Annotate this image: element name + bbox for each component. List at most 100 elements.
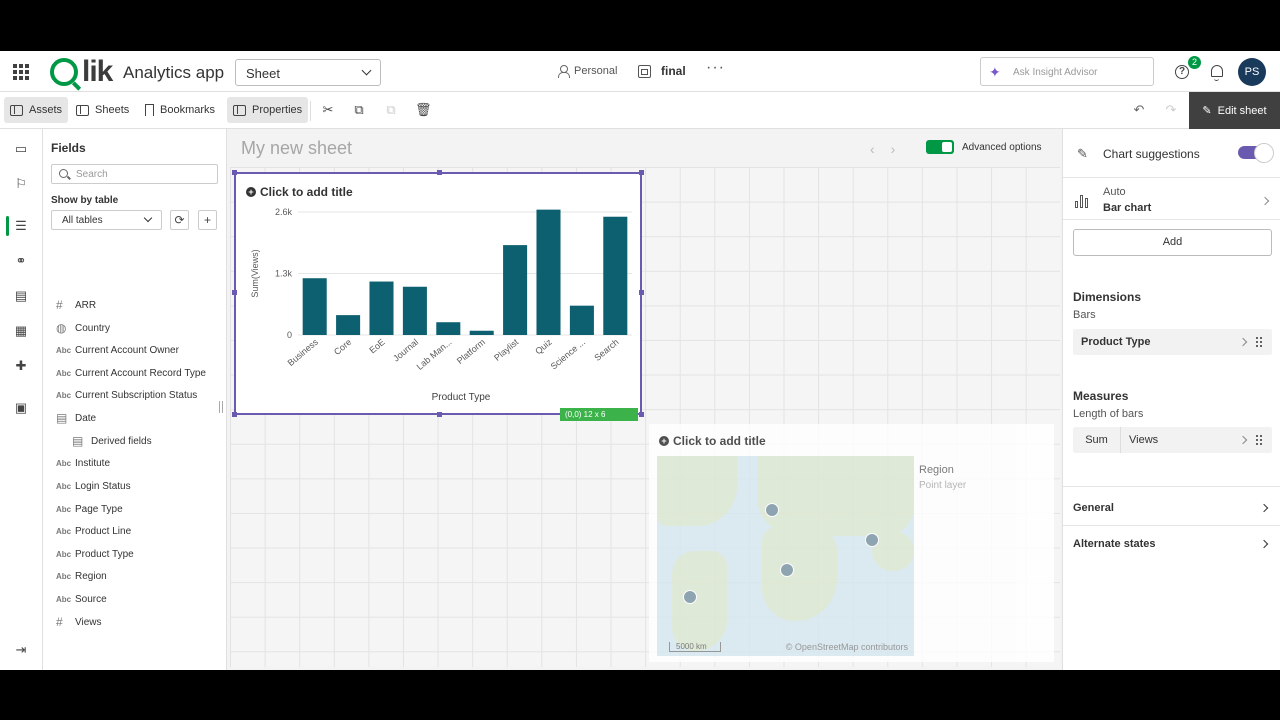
field-item[interactable]: Abc Login Status bbox=[56, 478, 131, 494]
field-item[interactable]: ▤ Date bbox=[56, 410, 96, 426]
map-card[interactable]: + Click to add title 5000 km © OpenStree… bbox=[649, 424, 1054, 662]
chart-suggestions-toggle[interactable] bbox=[1238, 143, 1274, 163]
drag-handle-icon[interactable] bbox=[1255, 336, 1264, 348]
bell-icon[interactable] bbox=[1211, 65, 1223, 81]
field-item[interactable]: Abc Current Subscription Status bbox=[56, 387, 197, 403]
bar[interactable] bbox=[436, 322, 461, 335]
field-item[interactable]: ▤ Derived fields bbox=[72, 433, 152, 449]
alternate-states-section[interactable]: Alternate states bbox=[1073, 538, 1156, 550]
chart-type-label[interactable]: Bar chart bbox=[1103, 202, 1151, 214]
add-title-button[interactable]: + Click to add title bbox=[659, 434, 766, 448]
field-item[interactable]: ◍ Country bbox=[56, 320, 110, 336]
sheet-title[interactable]: My new sheet bbox=[241, 138, 352, 159]
copy-icon[interactable]: ⧉ bbox=[352, 103, 366, 117]
bar[interactable] bbox=[302, 278, 327, 335]
paste-icon[interactable]: ⧉ bbox=[384, 103, 398, 117]
bar[interactable] bbox=[536, 209, 561, 335]
drag-handle-icon[interactable] bbox=[1255, 434, 1264, 446]
map-view[interactable]: 5000 km © OpenStreetMap contributors bbox=[657, 456, 914, 656]
bar[interactable] bbox=[402, 286, 427, 335]
field-item[interactable]: Abc Source bbox=[56, 591, 107, 607]
measure-aggregation[interactable]: Sum bbox=[1073, 427, 1121, 453]
map-point[interactable] bbox=[780, 563, 794, 577]
app-name[interactable]: final bbox=[638, 64, 686, 78]
collapse-icon[interactable]: ⇥ bbox=[13, 643, 29, 657]
charts-group-icon[interactable]: ▦ bbox=[13, 324, 29, 338]
chevron-right-icon[interactable] bbox=[1238, 435, 1248, 445]
avatar[interactable]: PS bbox=[1238, 58, 1266, 86]
field-item[interactable]: # Views bbox=[56, 614, 102, 630]
fields-search-input[interactable]: Search bbox=[51, 164, 218, 184]
cut-icon[interactable]: ✂ bbox=[321, 103, 335, 117]
field-item[interactable]: Abc Product Line bbox=[56, 523, 131, 539]
properties-label: Properties bbox=[252, 104, 303, 116]
variables-icon[interactable]: ▣ bbox=[13, 401, 29, 415]
field-item[interactable]: Abc Institute bbox=[56, 455, 110, 471]
resize-handle[interactable] bbox=[232, 170, 237, 175]
app-launcher-icon[interactable] bbox=[13, 64, 29, 80]
resize-handle[interactable] bbox=[639, 290, 644, 295]
resize-handle[interactable] bbox=[437, 170, 442, 175]
bar[interactable] bbox=[336, 315, 361, 335]
bar-chart-card[interactable]: + Click to add title 0 1.3k 2.6k Sum(Views)… bbox=[232, 170, 644, 421]
resize-handle[interactable] bbox=[437, 412, 442, 417]
assets-button[interactable]: Assets bbox=[4, 97, 69, 123]
master-items-icon[interactable]: ▤ bbox=[13, 289, 29, 303]
add-title-button[interactable]: + Click to add title bbox=[246, 185, 353, 199]
bar[interactable] bbox=[469, 330, 494, 335]
field-item[interactable]: Abc Current Account Owner bbox=[56, 342, 179, 358]
map-attribution[interactable]: © OpenStreetMap contributors bbox=[786, 642, 908, 652]
bar[interactable] bbox=[503, 245, 528, 335]
chevron-right-icon[interactable] bbox=[1259, 539, 1269, 549]
charts-icon[interactable]: ▭ bbox=[13, 142, 29, 156]
sheet-select[interactable]: Sheet bbox=[235, 59, 381, 86]
add-field-button[interactable]: + bbox=[198, 210, 217, 230]
field-item[interactable]: Abc Region bbox=[56, 568, 107, 584]
resize-handle[interactable] bbox=[232, 412, 237, 417]
field-item[interactable]: Abc Page Type bbox=[56, 501, 123, 517]
redo-icon[interactable]: ↷ bbox=[1164, 103, 1178, 117]
sheets-button[interactable]: Sheets bbox=[70, 97, 135, 123]
map-point[interactable] bbox=[683, 590, 697, 604]
field-item[interactable]: Abc Product Type bbox=[56, 546, 134, 562]
delete-icon[interactable]: 🗑 bbox=[415, 103, 432, 117]
more-options-button[interactable]: ··· bbox=[706, 59, 725, 77]
add-button[interactable]: Add bbox=[1073, 229, 1272, 256]
resize-handle[interactable] bbox=[232, 290, 237, 295]
resize-handle[interactable] bbox=[639, 170, 644, 175]
qlik-logo[interactable]: lik bbox=[50, 55, 113, 89]
chevron-right-icon[interactable] bbox=[1260, 196, 1270, 206]
insight-advisor-search[interactable]: ✦ Ask Insight Advisor bbox=[980, 57, 1154, 86]
text-type-icon: Abc bbox=[56, 481, 72, 491]
database-icon[interactable]: ☰ bbox=[13, 219, 29, 233]
bookmark-rail-icon[interactable]: ⚐ bbox=[13, 177, 29, 191]
resize-handle[interactable] bbox=[639, 412, 644, 417]
bar-chart[interactable]: 0 1.3k 2.6k Sum(Views) Business Core EoE Journa… bbox=[236, 202, 640, 412]
field-item[interactable]: # ARR bbox=[56, 297, 96, 313]
help-icon[interactable]: ? bbox=[1175, 65, 1189, 79]
dimension-field[interactable]: Product Type bbox=[1073, 329, 1272, 355]
properties-button[interactable]: Properties bbox=[227, 97, 309, 123]
bar[interactable] bbox=[569, 305, 594, 335]
sheet-nav-arrows[interactable]: ‹› bbox=[870, 141, 911, 157]
map-point[interactable] bbox=[765, 503, 779, 517]
field-item[interactable]: Abc Current Account Record Type bbox=[56, 365, 206, 381]
bar[interactable] bbox=[369, 281, 394, 335]
chevron-right-icon[interactable] bbox=[1238, 337, 1248, 347]
link-icon[interactable]: ⚭ bbox=[13, 254, 29, 268]
extensions-icon[interactable]: ✚ bbox=[13, 359, 29, 373]
map-point[interactable] bbox=[865, 533, 879, 547]
bookmarks-button[interactable]: Bookmarks bbox=[139, 97, 221, 123]
bar[interactable] bbox=[603, 216, 628, 335]
refresh-button[interactable]: ⟳ bbox=[170, 210, 189, 230]
chevron-right-icon[interactable] bbox=[1259, 503, 1269, 513]
space-indicator[interactable]: Personal bbox=[558, 65, 617, 78]
panel-resize-handle[interactable] bbox=[219, 401, 223, 413]
edit-sheet-button[interactable]: ✎ Edit sheet bbox=[1189, 92, 1280, 129]
advanced-options-toggle[interactable] bbox=[926, 140, 954, 154]
table-select[interactable]: All tables bbox=[51, 210, 162, 230]
general-section[interactable]: General bbox=[1073, 502, 1114, 514]
x-tick-label: Lab Man... bbox=[415, 337, 454, 372]
undo-icon[interactable]: ↶ bbox=[1132, 103, 1146, 117]
measure-field[interactable]: Sum Views bbox=[1073, 427, 1272, 453]
